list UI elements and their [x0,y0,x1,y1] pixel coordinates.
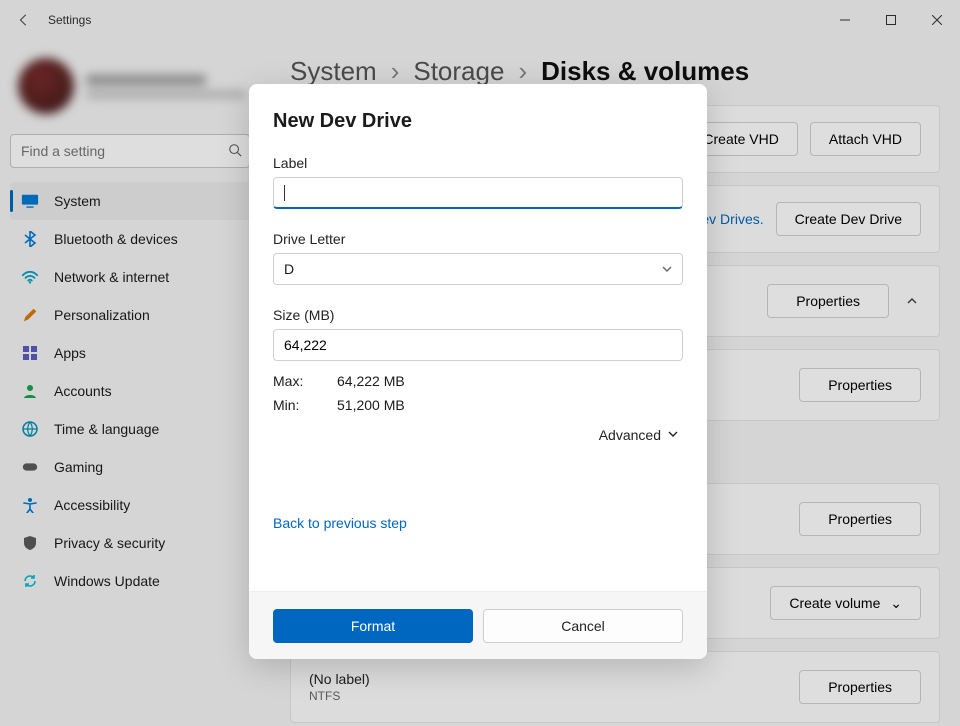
new-dev-drive-dialog: New Dev Drive Label Drive Letter D [249,84,707,659]
size-field: Size (MB) [273,307,683,361]
max-label: Max: [273,373,317,389]
max-row: Max: 64,222 MB [273,373,683,389]
chevron-down-icon [667,427,679,443]
min-row: Min: 51,200 MB [273,397,683,413]
text-caret [284,185,285,201]
label-field-label: Label [273,155,683,171]
size-label: Size (MB) [273,307,683,323]
drive-letter-select[interactable]: D [273,253,683,285]
label-field: Label [273,155,683,209]
cancel-button[interactable]: Cancel [483,609,683,643]
drive-letter-label: Drive Letter [273,231,683,247]
min-label: Min: [273,397,317,413]
dialog-title: New Dev Drive [273,110,683,133]
dialog-actions: Format Cancel [249,591,707,659]
back-to-previous-link[interactable]: Back to previous step [273,515,407,531]
size-input[interactable] [273,329,683,361]
drive-letter-field: Drive Letter D [273,231,683,285]
max-value: 64,222 MB [337,373,405,389]
min-value: 51,200 MB [337,397,405,413]
label-input[interactable] [273,177,683,209]
format-button[interactable]: Format [273,609,473,643]
settings-window: Settings [0,0,960,726]
advanced-toggle[interactable]: Advanced [273,427,683,443]
